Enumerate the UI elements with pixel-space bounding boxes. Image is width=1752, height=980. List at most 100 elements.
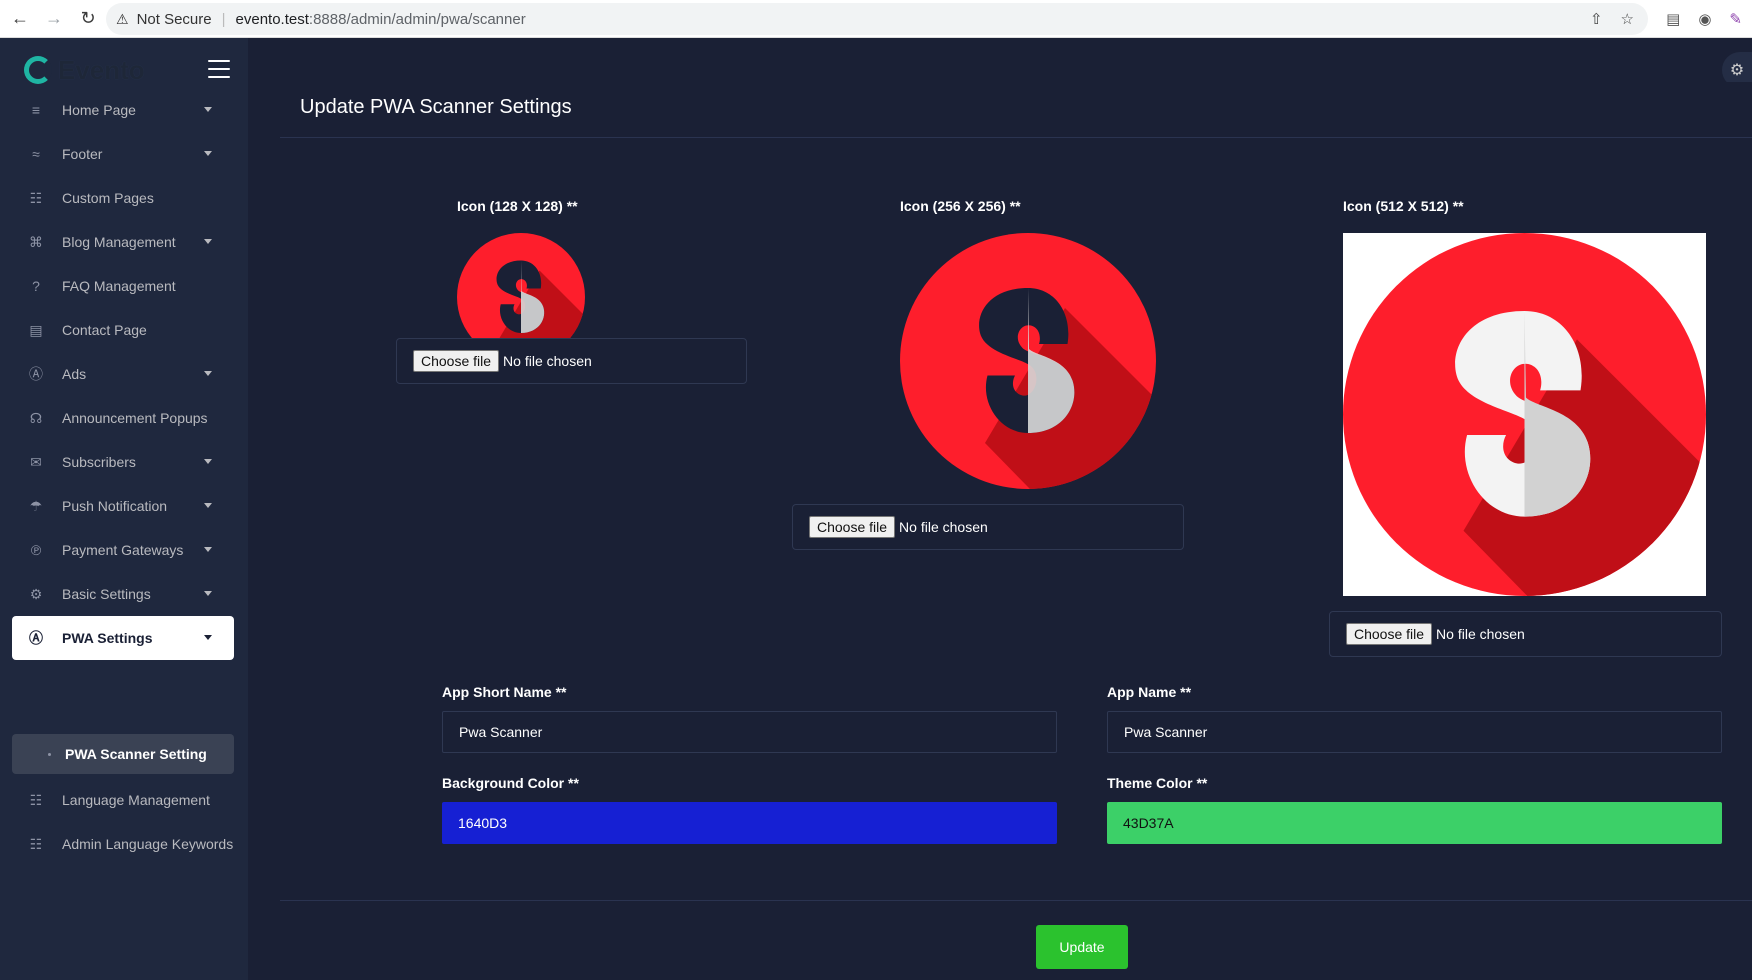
sidebar-item-announcement-popups[interactable]: ☊ Announcement Popups <box>12 396 234 440</box>
logo-text: Evento <box>58 54 145 85</box>
sidebar-item-label: Contact Page <box>62 322 147 338</box>
forward-icon[interactable]: → <box>40 5 68 33</box>
sidebar-item-label: Announcement Popups <box>62 410 208 426</box>
url-separator: | <box>221 10 226 28</box>
app-name-label: App Name ** <box>1107 684 1192 700</box>
theme-color-label: Theme Color ** <box>1107 775 1208 791</box>
file-status: No file chosen <box>1436 626 1525 642</box>
caret-down-icon <box>204 635 212 640</box>
caret-down-icon <box>204 591 212 596</box>
bookmark-star-icon[interactable]: ☆ <box>1621 10 1634 28</box>
paypal-icon: ℗ <box>30 542 42 558</box>
sidebar-item-label: PWA Settings <box>62 630 153 646</box>
sidebar-item-admin-language-keywords[interactable]: ☷ Admin Language Keywords <box>12 822 234 866</box>
language-icon: ☷ <box>29 835 43 852</box>
caret-down-icon <box>204 239 212 244</box>
page-title: Update PWA Scanner Settings <box>300 96 572 118</box>
clipboard-extension-icon[interactable]: ▤ <box>1666 10 1680 28</box>
choose-file-button[interactable]: Choose file <box>413 350 500 372</box>
caret-down-icon <box>204 503 212 508</box>
sidebar-item-blog-management[interactable]: ⌘ Blog Management <box>12 220 234 264</box>
choose-file-button[interactable]: Choose file <box>1346 623 1433 645</box>
sidebar-item-label: Footer <box>62 146 103 162</box>
sidebar-item-footer[interactable]: ≈ Footer <box>12 132 234 176</box>
sidebar-item-contact-page[interactable]: ▤ Contact Page <box>12 308 234 352</box>
menu-toggle-icon[interactable] <box>208 60 230 78</box>
divider <box>280 137 1752 138</box>
question-icon: ? <box>32 278 40 294</box>
warning-icon: ⚠ <box>116 10 129 27</box>
ads-icon: Ⓐ <box>29 366 43 382</box>
camera-extension-icon[interactable]: ◉ <box>1698 10 1711 28</box>
sidebar-item-faq-management[interactable]: ? FAQ Management <box>12 264 234 308</box>
layers-icon: ≡ <box>31 102 41 118</box>
app-short-name-input[interactable]: Pwa Scanner <box>442 711 1057 753</box>
file-status: No file chosen <box>899 519 988 535</box>
pen-extension-icon[interactable]: ✎ <box>1729 10 1742 28</box>
sidebar-item-custom-pages[interactable]: ☷ Custom Pages <box>12 176 234 220</box>
feed-icon: ⌘ <box>29 233 43 250</box>
sidebar-item-label: Custom Pages <box>62 190 154 206</box>
gear-icon: ⚙ <box>29 585 43 602</box>
app-name-input[interactable]: Pwa Scanner <box>1107 711 1722 753</box>
sidebar-item-label: Push Notification <box>62 498 168 514</box>
sidebar-item-language-management[interactable]: ☷ Language Management <box>12 778 234 822</box>
icon-512-file-input[interactable]: Choose file No file chosen <box>1329 611 1722 657</box>
sidebar-subitem-pwa-scanner-setting[interactable]: PWA Scanner Setting <box>12 734 234 774</box>
caret-down-icon <box>204 371 212 376</box>
address-bar[interactable]: ⚠ Not Secure | evento.test:8888/admin/ad… <box>106 3 1648 35</box>
caret-down-icon <box>204 107 212 112</box>
settings-card: Update PWA Scanner Settings Icon (128 X … <box>280 82 1752 980</box>
sidebar-item-home-page[interactable]: ≡ Home Page <box>12 88 234 132</box>
security-label: Not Secure <box>136 10 212 28</box>
choose-file-button[interactable]: Choose file <box>809 516 896 538</box>
bell-icon: ☂ <box>29 497 43 514</box>
icon-512-preview <box>1343 233 1706 596</box>
sidebar-item-pwa-settings[interactable]: Ⓐ PWA Settings <box>12 616 234 660</box>
icon-256-file-input[interactable]: Choose file No file chosen <box>792 504 1184 550</box>
megaphone-icon: ☊ <box>29 409 43 426</box>
footer-icon: ≈ <box>32 146 40 162</box>
sidebar-item-label: Blog Management <box>62 234 176 250</box>
url-text: evento.test:8888/admin/admin/pwa/scanner <box>235 10 526 28</box>
browser-toolbar: ← → ↻ ⚠ Not Secure | evento.test:8888/ad… <box>0 0 1752 38</box>
icon-512-label: Icon (512 X 512) ** <box>1343 198 1464 214</box>
sidebar-item-label: Ads <box>62 366 87 382</box>
sidebar-item-label: Basic Settings <box>62 586 151 602</box>
caret-down-icon <box>204 459 212 464</box>
sidebar-item-label: Subscribers <box>62 454 136 470</box>
icon-128-label: Icon (128 X 128) ** <box>457 198 578 214</box>
update-button[interactable]: Update <box>1036 925 1128 969</box>
background-color-input[interactable]: 1640D3 <box>442 802 1057 844</box>
icon-256-label: Icon (256 X 256) ** <box>900 198 1021 214</box>
sidebar-item-basic-settings[interactable]: ⚙ Basic Settings <box>12 572 234 616</box>
sidebar-item-label: Payment Gateways <box>62 542 184 558</box>
document-icon: ☷ <box>29 189 43 206</box>
sidebar-item-label: Language Management <box>62 792 210 808</box>
sidebar-item-payment-gateways[interactable]: ℗ Payment Gateways <box>12 528 234 572</box>
caret-down-icon <box>204 151 212 156</box>
sidebar-item-label: Home Page <box>62 102 136 118</box>
sidebar-item-push-notification[interactable]: ☂ Push Notification <box>12 484 234 528</box>
background-color-label: Background Color ** <box>442 775 579 791</box>
theme-color-input[interactable]: 43D37A <box>1107 802 1722 844</box>
app-store-icon: Ⓐ <box>29 630 43 646</box>
sidebar-item-subscribers[interactable]: ✉ Subscribers <box>12 440 234 484</box>
reload-icon[interactable]: ↻ <box>74 5 102 33</box>
sidebar-item-ads[interactable]: Ⓐ Ads <box>12 352 234 396</box>
sidebar-item-label: FAQ Management <box>62 278 176 294</box>
back-icon[interactable]: ← <box>6 5 34 33</box>
logo-icon <box>24 56 52 84</box>
language-icon: ☷ <box>29 791 43 808</box>
file-status: No file chosen <box>503 353 592 369</box>
contact-book-icon: ▤ <box>29 321 43 338</box>
sidebar-item-label: Admin Language Keywords <box>62 836 234 852</box>
sidebar: ≡ Home Page ≈ Footer ☷ Custom Pages ⌘ Blog Mana… <box>0 102 248 980</box>
app-short-name-label: App Short Name ** <box>442 684 567 700</box>
bullet-dot <box>48 752 51 756</box>
inbox-icon: ✉ <box>30 453 42 470</box>
icon-128-file-input[interactable]: Choose file No file chosen <box>396 338 747 384</box>
footer-divider <box>280 900 1752 901</box>
caret-down-icon <box>204 547 212 552</box>
share-icon[interactable]: ⇧ <box>1590 10 1603 28</box>
